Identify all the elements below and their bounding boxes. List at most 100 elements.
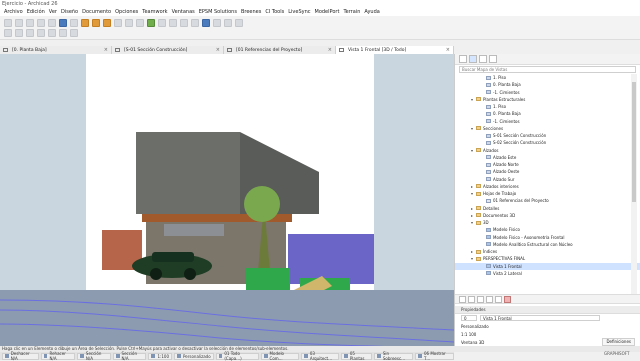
morph-tool-icon[interactable] (147, 19, 155, 27)
quick-option[interactable]: Sección N/A (112, 351, 147, 361)
expand-down-icon[interactable]: ▾ (471, 97, 475, 102)
zone-tool-icon[interactable] (202, 19, 210, 27)
tree-node[interactable]: 1. Piso (455, 74, 640, 81)
marquee-tool-icon[interactable] (70, 19, 78, 27)
menu-item[interactable]: Breenes (241, 9, 261, 15)
quick-option[interactable]: Personalizado (174, 352, 214, 360)
publisher-sets-icon[interactable] (489, 55, 497, 63)
view-tab[interactable]: [0. Planta Baja] × (0, 46, 112, 54)
menu-item[interactable]: Diseño (61, 9, 78, 15)
tree-node[interactable]: ▸ Detalles (455, 205, 640, 212)
pan-icon[interactable] (59, 29, 67, 37)
tree-node[interactable]: Vista 2 Lateral (455, 270, 640, 277)
fit-window-icon[interactable] (37, 29, 45, 37)
slab-tool-icon[interactable] (114, 19, 122, 27)
expand-down-icon[interactable]: ▾ (471, 191, 475, 196)
tree-node[interactable]: Modelo Físico - Axonometría Frontal (455, 234, 640, 241)
text-tool-icon[interactable] (224, 19, 232, 27)
quick-option[interactable]: 01 Todo (Capa…) (215, 351, 259, 361)
window-tool-icon[interactable] (169, 19, 177, 27)
quick-option[interactable]: Deshacer N/A (2, 351, 39, 361)
quick-option[interactable]: Sección N/A (77, 351, 111, 361)
view-tab[interactable]: [01 Referencias del Proyecto] × (224, 46, 336, 54)
menu-item[interactable]: LiveSync (288, 9, 310, 15)
clone-folder-icon[interactable] (477, 295, 484, 303)
menu-item[interactable]: Documento (82, 9, 111, 15)
shell-tool-icon[interactable] (136, 19, 144, 27)
view-map-icon[interactable] (469, 55, 477, 63)
expand-right-icon[interactable]: ▸ (471, 184, 475, 189)
view-tab[interactable]: Vista 1 Frontal [3D / Todo] × (336, 46, 454, 54)
tree-node[interactable]: S-02 Sección Construcción (455, 139, 640, 146)
dimension-tool-icon[interactable] (213, 19, 221, 27)
quick-option[interactable]: 05 Plantas (341, 351, 373, 361)
settings-button[interactable]: Definiciones (602, 338, 635, 346)
view-tab[interactable]: [S-01 Sección Construcción] × (112, 46, 224, 54)
tree-node[interactable]: Alzado Oeste (455, 168, 640, 175)
save-icon[interactable] (26, 19, 34, 27)
tree-node[interactable]: Vista 1 Frontal (455, 262, 640, 270)
expand-down-icon[interactable]: ▾ (471, 148, 475, 153)
menu-item[interactable]: Teamwork (142, 9, 167, 15)
arrow-tool-icon[interactable] (59, 19, 67, 27)
quick-option[interactable]: 1:100 (148, 352, 172, 360)
tree-node[interactable]: 01 Referencias del Proyecto (455, 197, 640, 204)
door-tool-icon[interactable] (158, 19, 166, 27)
tree-node[interactable]: 1. Piso (455, 103, 640, 110)
tree-node[interactable]: Modelo Analítico Estructural con Núcleo (455, 241, 640, 248)
menu-item[interactable]: Archivo (4, 9, 23, 15)
tree-node[interactable]: ▾ Plantas Estructurales (455, 96, 640, 103)
tree-node[interactable]: -1. Cimientos (455, 118, 640, 125)
view-scale[interactable]: 1:1 100 (461, 332, 476, 337)
render-icon[interactable] (70, 29, 78, 37)
tree-node[interactable]: ▸ Documentos 3D (455, 212, 640, 219)
settings-icon[interactable] (486, 295, 493, 303)
menu-item[interactable]: Ventanas (172, 9, 195, 15)
layout-book-icon[interactable] (479, 55, 487, 63)
menu-item[interactable]: Terrain (343, 9, 360, 15)
menu-item[interactable]: Edición (27, 9, 45, 15)
tree-node[interactable]: ▾ PERSPECTIVAS FINAL (455, 255, 640, 262)
beam-tool-icon[interactable] (103, 19, 111, 27)
close-tab-icon[interactable]: × (216, 47, 220, 53)
wall-tool-icon[interactable] (81, 19, 89, 27)
project-map-icon[interactable] (459, 55, 467, 63)
tree-node[interactable]: ▸ Alzados interiores (455, 183, 640, 190)
view-map-tree[interactable]: 1. Piso 0. Planta Baja -1. Cimientos ▾ Plant… (455, 74, 640, 294)
tree-node[interactable]: Alzado Este (455, 154, 640, 161)
delete-icon[interactable] (504, 295, 511, 303)
orbit-icon[interactable] (48, 29, 56, 37)
tree-node[interactable]: ▾ Secciones (455, 125, 640, 132)
layer-combination[interactable]: Personalizado (461, 324, 489, 329)
open-view-icon[interactable] (495, 295, 502, 303)
zoom-out-icon[interactable] (26, 29, 34, 37)
expand-right-icon[interactable]: ▸ (471, 249, 475, 254)
expand-down-icon[interactable]: ▾ (471, 220, 475, 225)
menu-item[interactable]: EPSM Solutions (199, 9, 237, 15)
expand-down-icon[interactable]: ▾ (471, 256, 475, 261)
expand-down-icon[interactable]: ▾ (471, 126, 475, 131)
close-tab-icon[interactable]: × (328, 47, 332, 53)
tree-scrollbar-thumb[interactable] (632, 82, 636, 202)
redo-icon[interactable] (48, 19, 56, 27)
expand-right-icon[interactable]: ▸ (471, 213, 475, 218)
view-name-field[interactable]: Vista 1 Frontal (480, 315, 600, 321)
expand-right-icon[interactable]: ▸ (471, 206, 475, 211)
3d-viewport[interactable] (0, 54, 454, 346)
navigator-search[interactable]: Buscar Mapa de Vistas (459, 66, 636, 73)
quick-option[interactable]: 03 Arquitect… (301, 351, 340, 361)
roof-tool-icon[interactable] (125, 19, 133, 27)
tree-node[interactable]: ▾ Alzados (455, 147, 640, 154)
tree-node[interactable]: ▾ 3D (455, 219, 640, 226)
undo-icon[interactable] (37, 19, 45, 27)
tree-node[interactable]: ▾ Hojas de Trabajo (455, 190, 640, 197)
menu-item[interactable]: Opciones (115, 9, 138, 15)
new-folder-icon[interactable] (459, 295, 466, 303)
quick-option[interactable]: Modelo Com… (260, 351, 300, 361)
view-id-field[interactable]: 0 (461, 315, 477, 321)
quick-option[interactable]: Rehacer N/A (40, 351, 76, 361)
label-tool-icon[interactable] (235, 19, 243, 27)
tree-node[interactable]: Alzado Sur (455, 176, 640, 183)
quick-option[interactable]: Sin Sobreesc… (374, 351, 414, 361)
new-file-icon[interactable] (4, 19, 12, 27)
